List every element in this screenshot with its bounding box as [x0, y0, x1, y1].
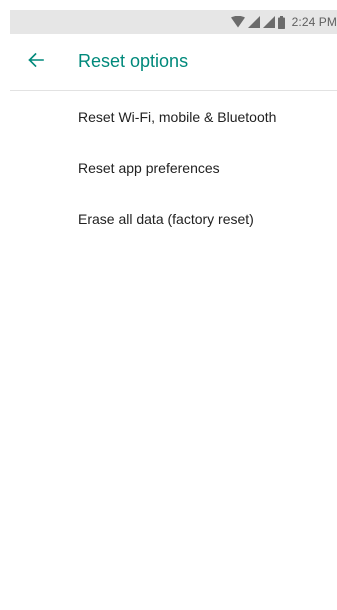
erase-all-data-item[interactable]: Erase all data (factory reset) [10, 193, 337, 244]
menu-item-label: Erase all data (factory reset) [78, 210, 254, 227]
app-bar: Reset options [10, 34, 337, 91]
wifi-icon [230, 16, 245, 28]
reset-app-preferences-item[interactable]: Reset app preferences [10, 142, 337, 193]
reset-wifi-mobile-bluetooth-item[interactable]: Reset Wi-Fi, mobile & Bluetooth [10, 91, 337, 142]
cell-signal-icon [262, 16, 275, 28]
menu-item-label: Reset Wi-Fi, mobile & Bluetooth [78, 108, 277, 125]
status-icons: 2:24 PM [230, 10, 337, 34]
status-bar: 2:24 PM [10, 10, 337, 34]
back-button[interactable] [22, 48, 50, 76]
cell-signal-icon [247, 16, 260, 28]
menu-item-label: Reset app preferences [78, 159, 220, 176]
reset-options-list: Reset Wi-Fi, mobile & Bluetooth Reset ap… [10, 91, 337, 244]
status-time: 2:24 PM [291, 15, 337, 29]
screen: 2:24 PM Reset options Reset Wi-Fi, mobil… [10, 10, 337, 610]
page-title: Reset options [78, 51, 189, 71]
battery-icon [277, 15, 285, 29]
arrow-left-icon [28, 52, 44, 73]
